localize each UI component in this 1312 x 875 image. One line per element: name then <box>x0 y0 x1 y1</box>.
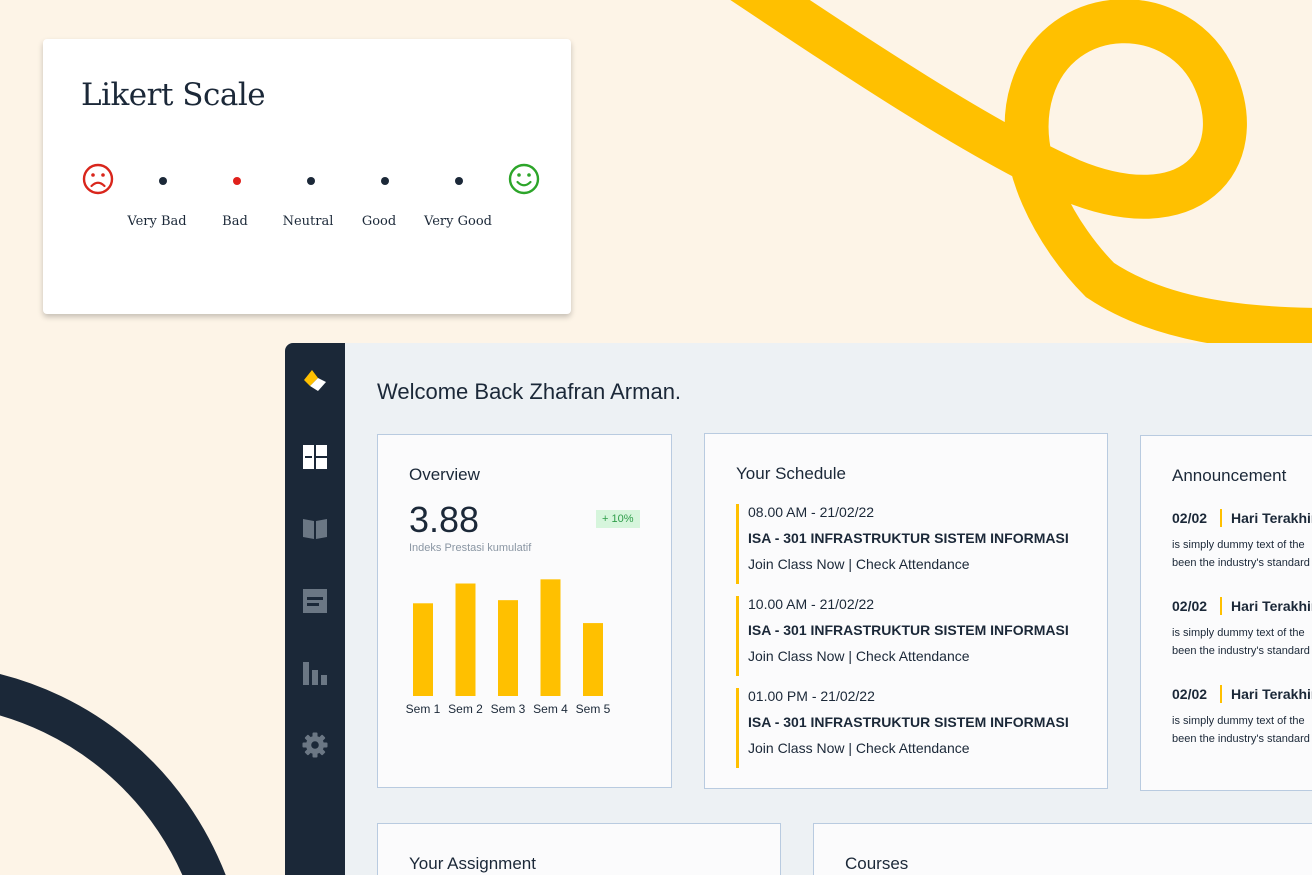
likert-label-bad: Bad <box>222 214 248 229</box>
schedule-item: 08.00 AM - 21/02/22 ISA - 301 INFRASTRUK… <box>736 504 1079 584</box>
likert-option-very-good[interactable] <box>455 177 463 185</box>
gear-icon[interactable] <box>302 732 328 758</box>
announcement-card: Announcement 02/02 Hari Terakhir is simp… <box>1140 435 1312 791</box>
likert-title: Likert Scale <box>81 77 266 113</box>
schedule-item: 10.00 AM - 21/02/22 ISA - 301 INFRASTRUK… <box>736 596 1079 676</box>
likert-label-very-good: Very Good <box>424 214 492 229</box>
dashboard-window: Welcome Back Zhafran Arman. Overview 3.8… <box>285 343 1312 875</box>
bar-sem-1 <box>413 603 433 696</box>
schedule-title: Your Schedule <box>736 464 846 483</box>
welcome-heading: Welcome Back Zhafran Arman. <box>377 379 682 404</box>
announcement-body: is simply dummy text of the been the indu… <box>1172 539 1310 569</box>
divider <box>1220 509 1222 527</box>
happy-face-icon[interactable] <box>508 163 540 195</box>
join-class-link[interactable]: Join Class Now <box>748 740 844 756</box>
overview-title: Overview <box>409 465 480 484</box>
x-tick-label: Sem 3 <box>491 702 526 716</box>
sidebar <box>285 343 345 875</box>
yellow-swirl <box>730 0 1312 352</box>
announcement-headline: Hari Terakhir <box>1231 598 1312 614</box>
schedule-course: ISA - 301 INFRASTRUKTUR SISTEM INFORMASI <box>748 622 1069 638</box>
likert-option-neutral[interactable] <box>307 177 315 185</box>
document-icon[interactable] <box>302 588 328 614</box>
schedule-time: 08.00 AM - 21/02/22 <box>748 504 875 520</box>
announcement-headline: Hari Terakhir <box>1231 686 1312 702</box>
announcement-item[interactable]: 02/02 Hari Terakhir is simply dummy text… <box>1172 597 1312 658</box>
growth-badge: + 10% <box>596 510 640 528</box>
assignment-card: Your Assignment <box>377 823 781 875</box>
announcement-date: 02/02 <box>1172 686 1208 702</box>
overview-card: Overview 3.88 + 10% Indeks Prestasi kumu… <box>377 434 672 788</box>
dashboard-icon[interactable] <box>302 444 328 470</box>
likert-label-good: Good <box>361 214 397 229</box>
bar-sem-3 <box>498 600 518 696</box>
bar-sem-5 <box>583 623 603 696</box>
likert-card: Likert Scale Very Bad Bad Neutral Good V… <box>43 39 571 314</box>
x-tick-label: Sem 5 <box>576 702 611 716</box>
schedule-actions: Join Class Now | Check Attendance <box>748 556 970 572</box>
divider <box>1220 597 1222 615</box>
schedule-card: Your Schedule 08.00 AM - 21/02/22 ISA - … <box>704 433 1108 789</box>
check-attendance-link[interactable]: Check Attendance <box>856 740 970 756</box>
x-tick-label: Sem 1 <box>406 702 441 716</box>
sad-face-icon[interactable] <box>82 163 114 195</box>
schedule-course: ISA - 301 INFRASTRUKTUR SISTEM INFORMASI <box>748 530 1069 546</box>
schedule-actions: Join Class Now | Check Attendance <box>748 740 970 756</box>
schedule-item: 01.00 PM - 21/02/22 ISA - 301 INFRASTRUK… <box>736 688 1079 768</box>
check-attendance-link[interactable]: Check Attendance <box>856 556 970 572</box>
schedule-time: 10.00 AM - 21/02/22 <box>748 596 875 612</box>
schedule-actions: Join Class Now | Check Attendance <box>748 648 970 664</box>
join-class-link[interactable]: Join Class Now <box>748 648 844 664</box>
announcement-item[interactable]: 02/02 Hari Terakhir is simply dummy text… <box>1172 685 1312 746</box>
schedule-course: ISA - 301 INFRASTRUKTUR SISTEM INFORMASI <box>748 714 1069 730</box>
navy-arc <box>0 674 226 875</box>
bar-sem-4 <box>540 579 561 696</box>
likert-option-bad[interactable] <box>233 177 241 185</box>
announcement-item[interactable]: 02/02 Hari Terakhir is simply dummy text… <box>1172 509 1312 570</box>
gpa-value: 3.88 <box>409 499 480 540</box>
x-tick-label: Sem 4 <box>533 702 568 716</box>
check-attendance-link[interactable]: Check Attendance <box>856 648 970 664</box>
likert-option-very-bad[interactable] <box>159 177 167 185</box>
join-class-link[interactable]: Join Class Now <box>748 556 844 572</box>
announcement-body: is simply dummy text of the been the indu… <box>1172 627 1310 657</box>
announcement-headline: Hari Terakhir <box>1231 510 1312 526</box>
x-tick-label: Sem 2 <box>448 702 483 716</box>
announcement-body: is simply dummy text of the been the indu… <box>1172 715 1310 745</box>
divider <box>1220 685 1222 703</box>
schedule-time: 01.00 PM - 21/02/22 <box>748 688 875 704</box>
announcement-date: 02/02 <box>1172 510 1208 526</box>
bar-sem-2 <box>455 583 476 696</box>
announcement-date: 02/02 <box>1172 598 1208 614</box>
likert-label-neutral: Neutral <box>282 214 334 229</box>
logo-icon[interactable] <box>302 367 328 393</box>
courses-card: Courses <box>813 823 1312 875</box>
assignment-title: Your Assignment <box>409 854 536 873</box>
announcement-title: Announcement <box>1172 466 1287 485</box>
gpa-caption: Indeks Prestasi kumulatif <box>409 542 532 554</box>
book-icon[interactable] <box>302 515 328 541</box>
courses-title: Courses <box>845 854 909 873</box>
likert-option-good[interactable] <box>381 177 389 185</box>
gpa-bar-chart: Sem 1 Sem 2 Sem 3 Sem 4 Sem 5 <box>406 579 611 716</box>
likert-label-very-bad: Very Bad <box>127 214 187 229</box>
bar-chart-icon[interactable] <box>302 660 328 686</box>
